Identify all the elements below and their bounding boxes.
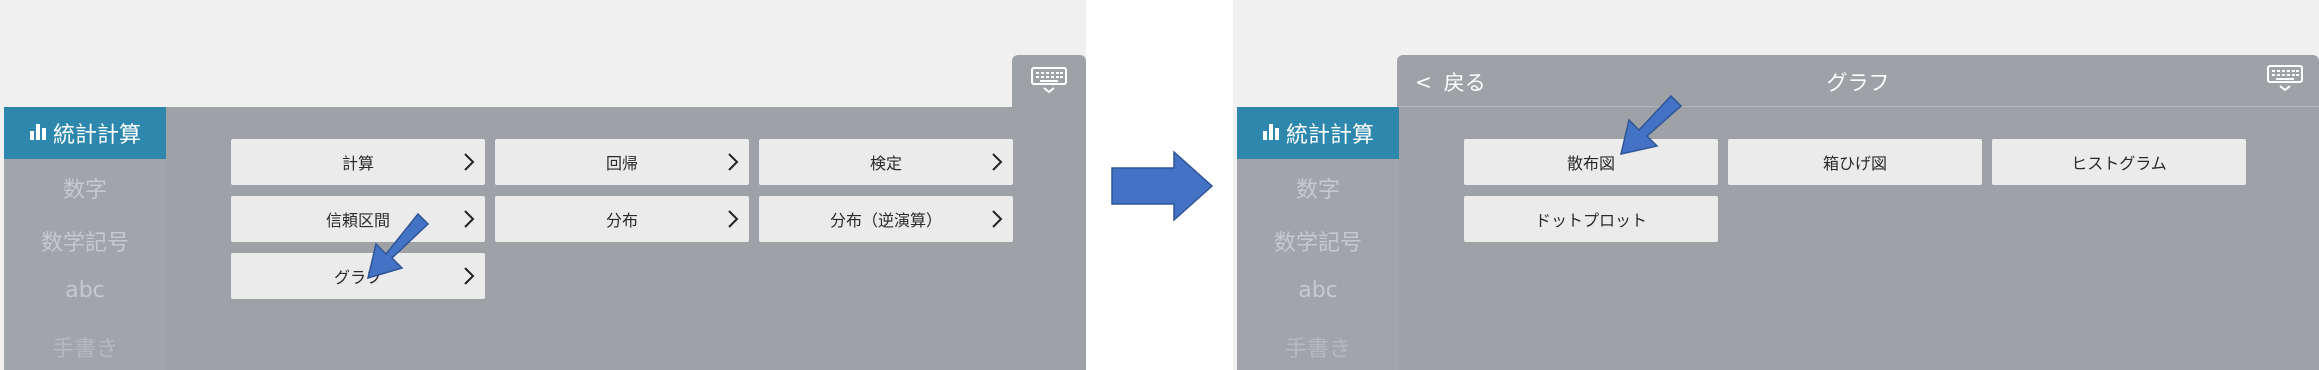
dot-plot-button[interactable]: ドットプロット	[1464, 196, 1718, 242]
category-numbers[interactable]: 数字	[4, 172, 166, 204]
category-math-symbols[interactable]: 数学記号	[4, 225, 166, 257]
bar-chart-icon	[1262, 121, 1280, 146]
calculator-keypad: 統計計算 数字 数学記号 abc 手書き 散布図 箱ひげ図 ヒストグラム ドット…	[1237, 107, 2319, 370]
bar-chart-icon	[29, 121, 47, 146]
pointer-arrow	[1619, 94, 1683, 155]
dot-plot-button-label: ドットプロット	[1534, 211, 1647, 230]
graph-button[interactable]: グラフ	[231, 253, 485, 299]
keyboard-icon	[1031, 67, 1067, 95]
chevron-right-icon	[463, 266, 475, 290]
histogram-button-label: ヒストグラム	[2071, 154, 2167, 173]
category-abc[interactable]: abc	[1237, 278, 1399, 303]
left-screenshot-panel: 統計計算 数字 数学記号 abc 手書き 計算 回帰 検定 信頼区間 分布 分布…	[0, 0, 1086, 370]
calc-button-label: 計算	[341, 154, 374, 173]
scatter-plot-button-label: 散布図	[1566, 154, 1615, 173]
regression-button-label: 回帰	[605, 154, 638, 173]
category-sidebar: 統計計算 数字 数学記号 abc 手書き	[1237, 107, 1399, 370]
chevron-right-icon	[727, 209, 739, 233]
category-stats-calc-label: 統計計算	[52, 123, 141, 148]
chevron-right-icon	[991, 209, 1003, 233]
confidence-interval-button[interactable]: 信頼区間	[231, 196, 485, 242]
category-numbers[interactable]: 数字	[1237, 172, 1399, 204]
category-math-symbols[interactable]: 数学記号	[1237, 225, 1399, 257]
test-button-label: 検定	[869, 154, 902, 173]
distribution-button-label: 分布	[605, 211, 638, 230]
category-handwriting[interactable]: 手書き	[1237, 331, 1399, 363]
calculator-keypad: 統計計算 数字 数学記号 abc 手書き 計算 回帰 検定 信頼区間 分布 分布…	[4, 107, 1086, 370]
chevron-right-icon	[463, 152, 475, 176]
category-abc[interactable]: abc	[4, 278, 166, 303]
graph-header-bar: < 戻る グラフ	[1397, 55, 2319, 107]
inverse-distribution-button[interactable]: 分布（逆演算）	[759, 196, 1013, 242]
test-button[interactable]: 検定	[759, 139, 1013, 185]
header-title: グラフ	[1826, 71, 1890, 95]
histogram-button[interactable]: ヒストグラム	[1992, 139, 2246, 185]
category-stats-calc-label: 統計計算	[1285, 123, 1374, 148]
chevron-right-icon	[463, 209, 475, 233]
calc-button[interactable]: 計算	[231, 139, 485, 185]
chevron-right-icon	[727, 152, 739, 176]
box-plot-button[interactable]: 箱ひげ図	[1728, 139, 1982, 185]
keyboard-toggle-tab[interactable]	[1012, 55, 1086, 107]
distribution-button[interactable]: 分布	[495, 196, 749, 242]
category-handwriting[interactable]: 手書き	[4, 331, 166, 363]
chevron-right-icon	[991, 152, 1003, 176]
pointer-arrow	[366, 212, 430, 280]
inverse-distribution-button-label: 分布（逆演算）	[829, 211, 942, 230]
keyboard-icon[interactable]	[2267, 65, 2303, 93]
category-stats-calc[interactable]: 統計計算	[4, 107, 166, 159]
regression-button[interactable]: 回帰	[495, 139, 749, 185]
category-stats-calc[interactable]: 統計計算	[1237, 107, 1399, 159]
right-screenshot-panel: < 戻る グラフ 統計計算 数字 数学記号 abc 手書き 散布図 箱ひげ図 ヒ…	[1233, 0, 2319, 370]
category-sidebar: 統計計算 数字 数学記号 abc 手書き	[4, 107, 166, 370]
box-plot-button-label: 箱ひげ図	[1822, 154, 1887, 173]
transition-arrow	[1111, 150, 1214, 222]
